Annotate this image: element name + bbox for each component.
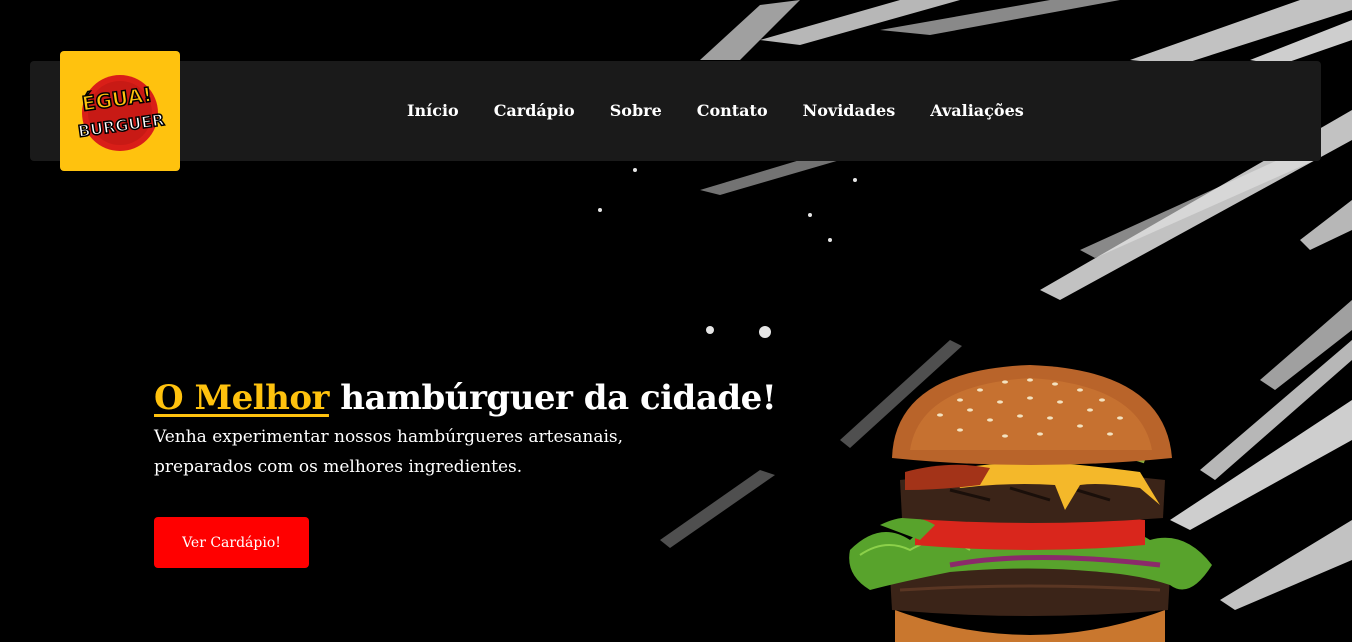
- hero-title: O Melhor hambúrguer da cidade!: [154, 376, 834, 420]
- main-navigation: Início Cardápio Sobre Contato Novidades …: [407, 100, 1024, 122]
- hero-subtitle-line2: preparados com os melhores ingredientes.: [154, 457, 523, 477]
- logo-emblem-icon: ÉGUA! BURGUER: [76, 75, 166, 151]
- brand-logo[interactable]: ÉGUA! BURGUER: [60, 51, 180, 171]
- hero-title-rest: hambúrguer da cidade!: [328, 378, 777, 418]
- hero-subtitle: Venha experimentar nossos hambúrgueres a…: [154, 422, 674, 482]
- hero-subtitle-line1: Venha experimentar nossos hambúrgueres a…: [154, 427, 624, 447]
- nav-link-cardapio[interactable]: Cardápio: [494, 100, 575, 122]
- nav-link-novidades[interactable]: Novidades: [803, 100, 896, 122]
- nav-link-contato[interactable]: Contato: [697, 100, 768, 122]
- burger-illustration: [849, 365, 1212, 642]
- nav-link-avaliacoes[interactable]: Avaliações: [930, 100, 1024, 122]
- nav-link-inicio[interactable]: Início: [407, 100, 459, 122]
- burger-image: [840, 360, 1220, 642]
- hero-title-accent: O Melhor: [154, 378, 329, 418]
- hero-section: O Melhor hambúrguer da cidade! Venha exp…: [154, 376, 834, 482]
- view-menu-button[interactable]: Ver Cardápio!: [154, 517, 309, 568]
- nav-link-sobre[interactable]: Sobre: [610, 100, 662, 122]
